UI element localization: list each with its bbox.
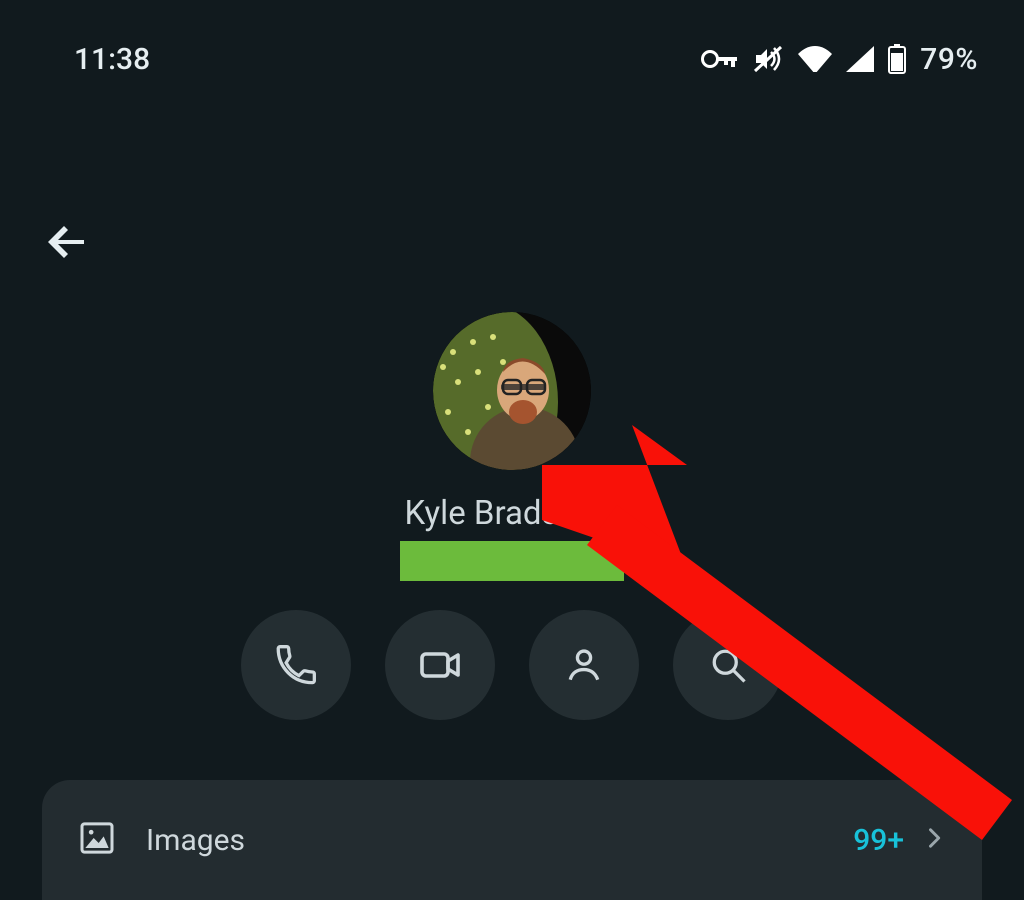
contact-profile: Kyle Bradshaw	[0, 312, 1024, 581]
cell-signal-icon	[846, 46, 874, 72]
redaction-block	[400, 541, 624, 581]
call-button[interactable]	[241, 610, 351, 720]
contact-name: Kyle Bradshaw	[405, 494, 620, 533]
wifi-icon	[798, 46, 832, 72]
video-icon	[416, 641, 464, 689]
arrow-left-icon	[44, 218, 92, 266]
phone-icon	[274, 643, 318, 687]
status-right: 79%	[700, 42, 978, 77]
search-button[interactable]	[673, 610, 783, 720]
chevron-right-icon	[920, 824, 948, 856]
avatar[interactable]	[433, 312, 591, 470]
status-bar: 11:38	[0, 0, 1024, 118]
battery-icon	[888, 44, 906, 74]
images-label: Images	[146, 823, 853, 858]
image-icon	[76, 818, 118, 862]
images-row[interactable]: Images 99+	[42, 780, 982, 900]
back-button[interactable]	[38, 212, 98, 272]
person-icon	[562, 643, 606, 687]
battery-text: 79%	[920, 42, 978, 77]
action-row	[0, 610, 1024, 720]
mute-icon	[752, 44, 784, 74]
images-count: 99+	[853, 823, 904, 858]
video-button[interactable]	[385, 610, 495, 720]
profile-button[interactable]	[529, 610, 639, 720]
status-time: 11:38	[74, 42, 150, 77]
vpn-key-icon	[700, 47, 738, 71]
search-icon	[706, 643, 750, 687]
